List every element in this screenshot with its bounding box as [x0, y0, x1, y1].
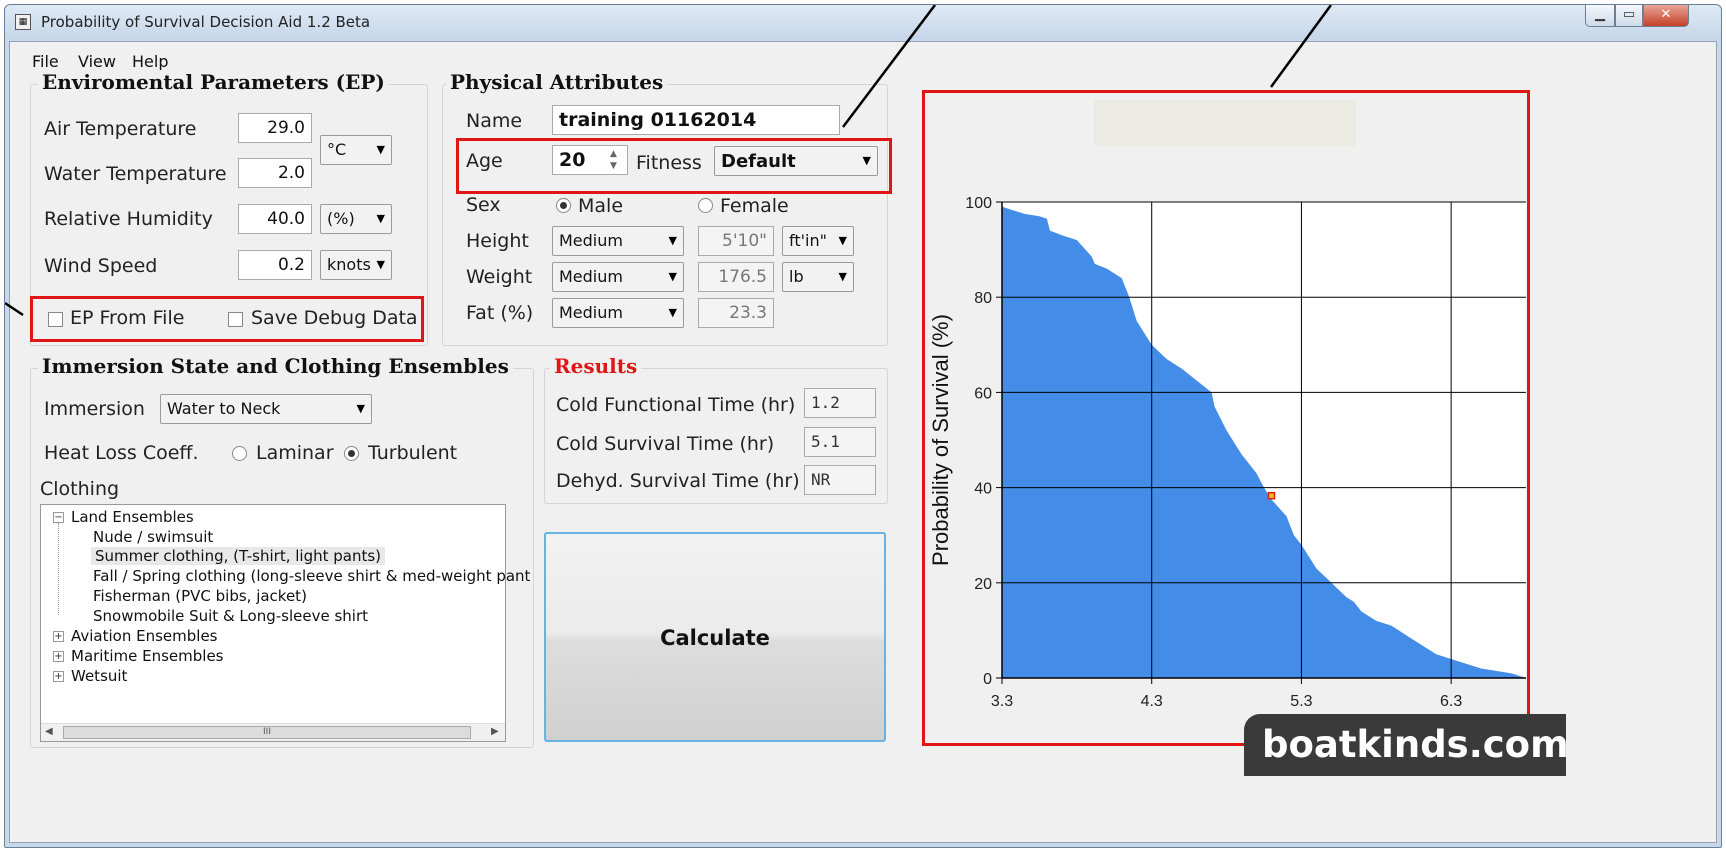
- calculate-button[interactable]: Calculate: [544, 532, 886, 742]
- tree-node-wetsuit[interactable]: Wetsuit: [71, 667, 127, 685]
- watermark: boatkinds.com: [1244, 714, 1569, 776]
- y-tick-label: 20: [974, 576, 992, 593]
- collapse-icon[interactable]: −: [53, 512, 64, 523]
- tree-node-aviation[interactable]: Aviation Ensembles: [71, 627, 218, 645]
- results-title: Results: [550, 354, 642, 378]
- cold-functional-label: Cold Functional Time (hr): [556, 394, 796, 416]
- tree-node-summer-selected[interactable]: Summer clothing, (T-shirt, light pants): [91, 547, 386, 565]
- turbulent-label: Turbulent: [368, 442, 458, 464]
- y-tick-label: 40: [974, 481, 992, 498]
- annotation-line-age: [842, 5, 936, 128]
- chevron-down-icon: ▼: [356, 402, 365, 415]
- clothing-label: Clothing: [40, 478, 120, 500]
- laminar-label: Laminar: [256, 442, 334, 464]
- tree-node-maritime[interactable]: Maritime Ensembles: [71, 647, 224, 665]
- tree-guide-line: [58, 523, 59, 615]
- dehyd-value: NR: [804, 465, 876, 495]
- turbulent-radio[interactable]: [344, 446, 359, 461]
- scroll-thumb[interactable]: III: [63, 726, 471, 739]
- tree-node-nude[interactable]: Nude / swimsuit: [93, 528, 213, 546]
- tree-node-fisherman[interactable]: Fisherman (PVC bibs, jacket): [93, 587, 307, 605]
- tree-node-fall-spring[interactable]: Fall / Spring clothing (long-sleeve shir…: [93, 567, 530, 585]
- expand-icon[interactable]: +: [53, 651, 64, 662]
- y-axis-title: Probability of Survival (%): [928, 314, 953, 566]
- expand-icon[interactable]: +: [53, 671, 64, 682]
- cold-survival-label: Cold Survival Time (hr): [556, 433, 775, 455]
- dehyd-label: Dehyd. Survival Time (hr): [556, 470, 800, 492]
- cold-survival-value: 5.1: [804, 427, 876, 457]
- heat-loss-label: Heat Loss Coeff.: [44, 442, 199, 464]
- scroll-right-icon[interactable]: ▶: [491, 726, 499, 737]
- x-tick-label: 6.3: [1440, 693, 1462, 710]
- cold-functional-value: 1.2: [804, 388, 876, 418]
- annotation-line-chart: [1269, 5, 1333, 88]
- tree-node-snowmobile[interactable]: Snowmobile Suit & Long-sleeve shirt: [93, 607, 368, 625]
- tree-node-land[interactable]: Land Ensembles: [71, 508, 194, 526]
- x-tick-label: 3.3: [991, 693, 1013, 710]
- clothing-tree[interactable]: − Land Ensembles Nude / swimsuit Summer …: [40, 504, 530, 742]
- immersion-title: Immersion State and Clothing Ensembles: [38, 354, 513, 378]
- immersion-value: Water to Neck: [167, 399, 281, 418]
- laminar-radio[interactable]: [232, 446, 247, 461]
- y-tick-label: 0: [983, 671, 992, 688]
- scroll-left-icon[interactable]: ◀: [45, 726, 53, 737]
- annotation-lines: [5, 5, 1333, 317]
- horizontal-scrollbar[interactable]: ◀ III ▶: [41, 723, 505, 741]
- x-tick-label: 4.3: [1141, 693, 1163, 710]
- x-tick-label: 5.3: [1290, 693, 1312, 710]
- immersion-select[interactable]: Water to Neck ▼: [160, 394, 372, 424]
- immersion-label: Immersion: [44, 398, 145, 420]
- expand-icon[interactable]: +: [53, 631, 64, 642]
- current-point-marker: [1267, 491, 1276, 500]
- annotation-line-ep: [5, 301, 24, 317]
- y-tick-label: 60: [974, 385, 992, 402]
